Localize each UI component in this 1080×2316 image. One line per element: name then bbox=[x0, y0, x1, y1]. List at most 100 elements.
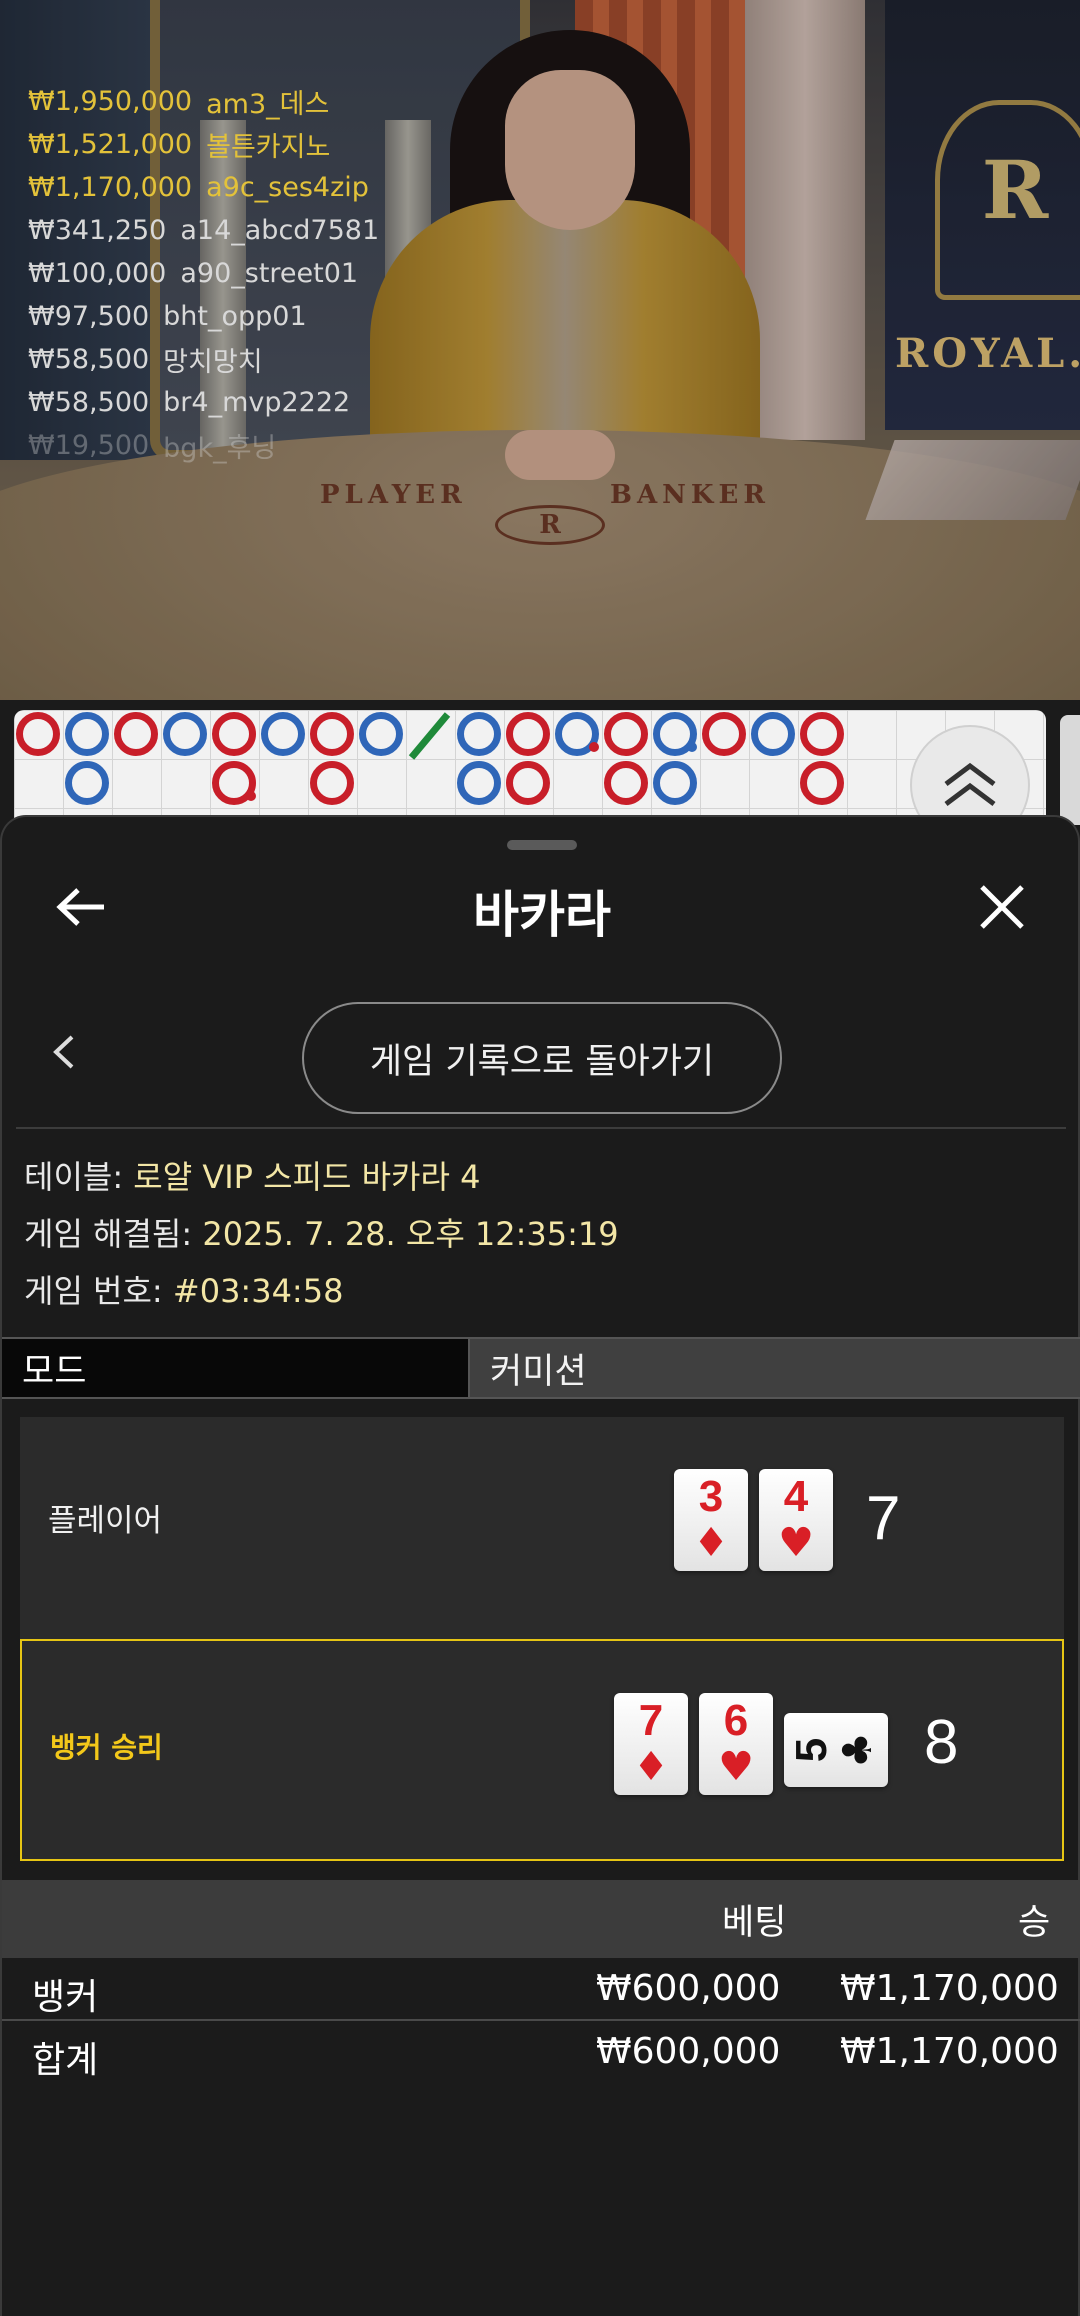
winner-username: 망치망치 bbox=[163, 347, 263, 378]
winner-amount: ₩1,950,000 bbox=[28, 86, 193, 117]
club-suit-icon: ♣ bbox=[835, 1732, 881, 1768]
previous-game-button[interactable] bbox=[44, 1032, 84, 1072]
roadmap-pair-dot bbox=[589, 742, 599, 752]
roadmap-player-bead bbox=[457, 712, 501, 756]
banker-score: 8 bbox=[924, 1708, 959, 1777]
roadmap-pair-dot bbox=[246, 791, 256, 801]
bead-roadmap[interactable] bbox=[14, 710, 1046, 830]
winner-amount: ₩1,521,000 bbox=[28, 129, 193, 160]
roadmap-side-panel bbox=[1060, 715, 1080, 825]
winner-row: ₩58,500 br4_mvp2222 bbox=[28, 381, 379, 424]
winner-amount: ₩58,500 bbox=[28, 387, 150, 418]
card-rank: 6 bbox=[723, 1696, 749, 1745]
info-resolved: 게임 해결됨: 2025. 7. 28. 오후 12:35:19 bbox=[24, 1209, 619, 1255]
roadmap-player-bead bbox=[653, 761, 697, 805]
row-win: ₩1,170,000 bbox=[840, 2031, 1059, 2072]
roadmap-banker-bead bbox=[702, 712, 746, 756]
roadmap-banker-bead bbox=[212, 712, 256, 756]
close-button[interactable] bbox=[972, 877, 1032, 937]
roadmap-tie-mark bbox=[408, 712, 451, 760]
winner-row: ₩1,950,000 am3_데스 bbox=[28, 80, 379, 123]
row-bet: ₩600,000 bbox=[596, 2031, 781, 2072]
summary-row-total: 합계 ₩600,000 ₩1,170,000 bbox=[2, 2023, 1080, 2085]
winner-username: a9c_ses4zip bbox=[206, 172, 369, 203]
diamond-suit-icon: ♦ bbox=[633, 1744, 669, 1790]
player-score: 7 bbox=[866, 1484, 901, 1553]
winner-row: ₩19,500 bgk_후닝 bbox=[28, 424, 379, 467]
info-resolved-value: 2025. 7. 28. 오후 12:35:19 bbox=[202, 1215, 619, 1253]
winner-username: 볼튼카지노 bbox=[206, 132, 331, 163]
roadmap-banker-bead bbox=[310, 761, 354, 805]
winner-amount: ₩341,250 bbox=[28, 215, 167, 246]
roadmap-pair-dot bbox=[687, 742, 697, 752]
roadmap-banker-bead bbox=[604, 712, 648, 756]
card-rank: 5 bbox=[787, 1737, 836, 1763]
player-result: 플레이어 3 ♦ 4 ♥ 7 bbox=[20, 1417, 1064, 1639]
player-label: 플레이어 bbox=[48, 1503, 163, 1539]
banker-result: 뱅커 승리 7 ♦ 6 ♥ 5 ♣ 8 bbox=[20, 1639, 1064, 1861]
winner-row: ₩1,170,000 a9c_ses4zip bbox=[28, 166, 379, 209]
heart-suit-icon: ♥ bbox=[778, 1520, 814, 1566]
winner-row: ₩58,500 망치망치 bbox=[28, 338, 379, 381]
banker-card-2: 6 ♥ bbox=[699, 1693, 773, 1795]
row-label: 뱅커 bbox=[32, 1977, 99, 2018]
winner-amount: ₩1,170,000 bbox=[28, 172, 193, 203]
card-rank: 4 bbox=[783, 1472, 809, 1521]
info-number: 게임 번호: #03:34:58 bbox=[24, 1266, 343, 1312]
winners-list: ₩1,950,000 am3_데스 ₩1,521,000 볼튼카지노 ₩1,170,00… bbox=[28, 80, 379, 467]
winner-amount: ₩19,500 bbox=[28, 430, 150, 461]
header-win: 승 bbox=[1018, 1903, 1051, 1943]
player-card-1: 3 ♦ bbox=[674, 1469, 748, 1571]
roadmap-player-bead bbox=[65, 712, 109, 756]
info-number-label: 게임 번호: bbox=[24, 1272, 173, 1310]
card-face: 5 ♣ bbox=[784, 1713, 888, 1787]
card-rank: 3 bbox=[698, 1472, 724, 1521]
roadmap-banker-bead bbox=[16, 712, 60, 756]
chevron-up-double-icon bbox=[944, 762, 996, 806]
tab-mode[interactable]: 모드 bbox=[2, 1339, 470, 1397]
row-win: ₩1,170,000 bbox=[840, 1968, 1059, 2009]
sheet-title: 바카라 bbox=[473, 886, 611, 944]
back-to-history-button[interactable]: 게임 기록으로 돌아가기 bbox=[302, 1002, 782, 1114]
roadmap-player-bead bbox=[751, 712, 795, 756]
roadmap-banker-bead bbox=[800, 712, 844, 756]
roadmap-player-bead bbox=[359, 712, 403, 756]
roadmap-banker-bead bbox=[506, 712, 550, 756]
winner-username: a90_street01 bbox=[180, 258, 359, 289]
summary-header: 베팅 승 bbox=[2, 1880, 1080, 1958]
info-table-value: 로얄 VIP 스피드 바카라 4 bbox=[133, 1158, 481, 1196]
winner-username: bht_opp01 bbox=[163, 301, 307, 332]
info-resolved-label: 게임 해결됨: bbox=[24, 1215, 203, 1253]
game-detail-sheet: 바카라 게임 기록으로 돌아가기 테이블: 로얄 VIP 스피드 바카라 4 게… bbox=[0, 815, 1080, 2316]
roadmap-banker-bead bbox=[800, 761, 844, 805]
winner-row: ₩1,521,000 볼튼카지노 bbox=[28, 123, 379, 166]
roadmap-player-bead bbox=[261, 712, 305, 756]
divider bbox=[16, 1127, 1066, 1129]
winner-username: am3_데스 bbox=[206, 89, 330, 120]
sheet-drag-handle[interactable] bbox=[507, 840, 577, 850]
diamond-suit-icon: ♦ bbox=[693, 1520, 729, 1566]
roadmap-player-bead bbox=[457, 761, 501, 805]
mode-tabs: 모드 커미션 bbox=[2, 1337, 1080, 1399]
card-rank: 7 bbox=[638, 1696, 664, 1745]
roadmap-player-bead bbox=[163, 712, 207, 756]
roadmap-banker-bead bbox=[114, 712, 158, 756]
banker-win-label: 뱅커 승리 bbox=[50, 1731, 163, 1764]
winner-username: bgk_후닝 bbox=[163, 433, 277, 464]
roadmap-player-bead bbox=[65, 761, 109, 805]
info-table: 테이블: 로얄 VIP 스피드 바카라 4 bbox=[24, 1152, 480, 1198]
tab-commission[interactable]: 커미션 bbox=[470, 1339, 1080, 1397]
summary-row-banker: 뱅커 ₩600,000 ₩1,170,000 bbox=[2, 1960, 1080, 2022]
chevron-left-icon bbox=[53, 1035, 74, 1069]
roadmap-banker-bead bbox=[506, 761, 550, 805]
row-bet: ₩600,000 bbox=[596, 1968, 781, 2009]
roadmap-banker-bead bbox=[604, 761, 648, 805]
divider bbox=[2, 2019, 1080, 2021]
winner-row: ₩341,250 a14_abcd7581 bbox=[28, 209, 379, 252]
banker-card-1: 7 ♦ bbox=[614, 1693, 688, 1795]
heart-suit-icon: ♥ bbox=[718, 1744, 754, 1790]
info-number-value: #03:34:58 bbox=[172, 1272, 344, 1310]
live-video: R ROYAL.I PLAYER BANKER R ₩1,950,000am3_… bbox=[0, 0, 1080, 700]
info-table-label: 테이블: bbox=[24, 1158, 134, 1196]
close-icon bbox=[980, 885, 1024, 929]
